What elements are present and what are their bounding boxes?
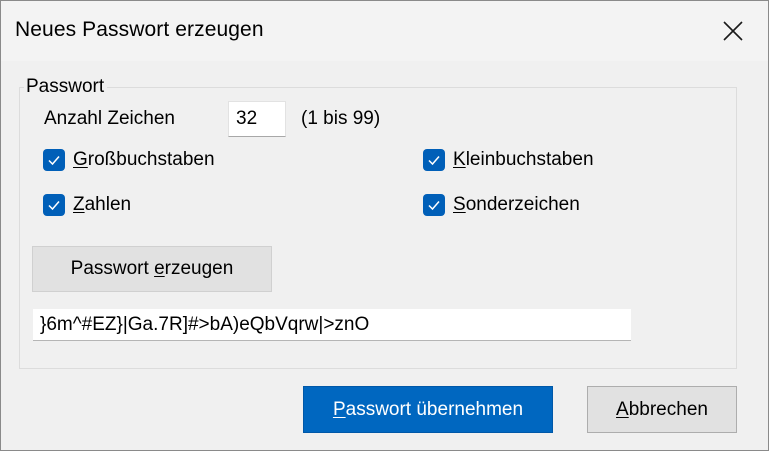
close-icon bbox=[723, 21, 743, 41]
length-range-hint: (1 bis 99) bbox=[301, 108, 381, 129]
close-button[interactable] bbox=[698, 1, 768, 61]
groupbox-legend: Passwort bbox=[24, 76, 108, 98]
length-label: Anzahl Zeichen bbox=[44, 108, 175, 129]
digits-checkbox[interactable]: Zahlen bbox=[43, 194, 131, 216]
title-bar: Neues Passwort erzeugen bbox=[1, 1, 768, 61]
accept-password-button[interactable]: Passwort übernehmen bbox=[303, 386, 553, 433]
special-label: Sonderzeichen bbox=[453, 194, 580, 215]
uppercase-checkbox[interactable]: Großbuchstaben bbox=[43, 149, 215, 171]
cancel-button[interactable]: Abbrechen bbox=[587, 386, 737, 433]
digits-label: Zahlen bbox=[73, 194, 132, 215]
uppercase-label: Großbuchstaben bbox=[73, 149, 215, 170]
generate-password-button[interactable]: Passwort e rzeugen bbox=[32, 246, 272, 292]
length-input[interactable]: 32 bbox=[228, 101, 286, 137]
special-checkbox[interactable]: Sonderzeichen bbox=[423, 194, 580, 216]
lowercase-checkbox[interactable]: Kleinbuchstaben bbox=[423, 149, 594, 171]
dialog-title: Neues Passwort erzeugen bbox=[15, 18, 264, 41]
checkbox-checked-icon bbox=[423, 194, 445, 216]
checkbox-checked-icon bbox=[423, 149, 445, 171]
lowercase-label: Kleinbuchstaben bbox=[453, 149, 594, 170]
password-output-field[interactable]: }6m^#EZ}|Ga.7R]#>bA)eQbVqrw|>znO bbox=[33, 309, 631, 341]
checkbox-checked-icon bbox=[43, 194, 65, 216]
checkbox-checked-icon bbox=[43, 149, 65, 171]
